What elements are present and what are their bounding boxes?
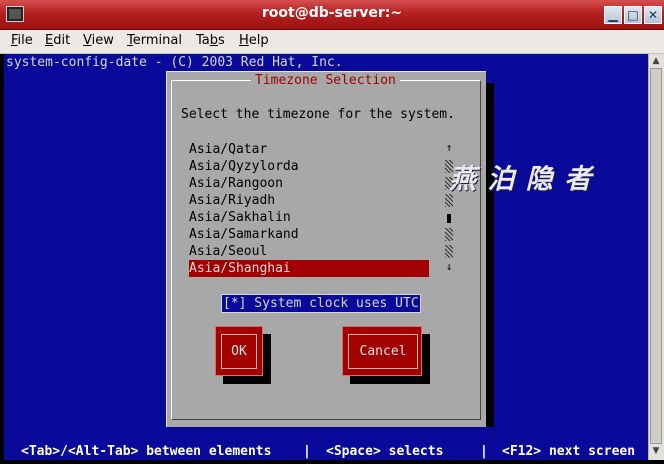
minimize-button[interactable]: ▁ [604, 6, 622, 24]
scroll-thumb[interactable] [447, 214, 451, 223]
scroll-track [445, 245, 453, 258]
dialog-instruction: Select the timezone for the system. [181, 107, 455, 122]
dialog-title: Timezone Selection [251, 73, 400, 88]
footer-tab-hint: <Tab>/<Alt-Tab> between elements [21, 444, 272, 459]
terminal-footer: <Tab>/<Alt-Tab> between elements | <Spac… [4, 444, 648, 460]
timezone-item[interactable]: Asia/Rangoon [189, 175, 429, 192]
menu-tabs[interactable]: Tabs [196, 33, 225, 48]
window-title: root@db-server:~ [261, 5, 403, 21]
footer-space-hint: <Space> selects [326, 444, 444, 459]
timezone-item[interactable]: Asia/Qyzylorda [189, 158, 429, 175]
scroll-track [445, 228, 453, 241]
menu-edit[interactable]: Edit [45, 33, 70, 48]
timezone-item-selected[interactable]: Asia/Shanghai [189, 260, 429, 277]
scroll-up-icon[interactable]: ▲ [651, 56, 661, 68]
timezone-dialog: Timezone Selection Select the timezone f… [166, 71, 486, 427]
timezone-item[interactable]: Asia/Samarkand [189, 226, 429, 243]
terminal-header-text: system-config-date - (C) 2003 Red Hat, I… [6, 55, 343, 70]
window-titlebar[interactable]: root@db-server:~ ▁ □ ✕ [0, 0, 664, 30]
timezone-item[interactable]: Asia/Sakhalin [189, 209, 429, 226]
menu-help[interactable]: Help [239, 33, 269, 48]
footer-f12-hint: <F12> next screen [502, 444, 636, 459]
close-button[interactable]: ✕ [644, 6, 662, 24]
menu-file[interactable]: File [11, 33, 33, 48]
ok-button-label: OK [221, 334, 257, 369]
terminal-scroll-thumb[interactable] [650, 68, 662, 444]
scroll-down-arrow-icon[interactable]: ↓ [445, 260, 453, 273]
scroll-down-icon[interactable]: ▼ [651, 446, 661, 458]
timezone-item[interactable]: Asia/Riyadh [189, 192, 429, 209]
terminal-area[interactable]: system-config-date - (C) 2003 Red Hat, I… [4, 54, 648, 460]
watermark: 燕 泊 隐 者 [449, 164, 593, 195]
scroll-up-arrow-icon[interactable]: ↑ [445, 141, 453, 154]
ok-button[interactable]: OK [215, 326, 263, 376]
cancel-button[interactable]: Cancel [342, 326, 422, 376]
footer-separator: | [480, 444, 488, 459]
timezone-item[interactable]: Asia/Qatar [189, 141, 429, 158]
menu-bar: File Edit View Terminal Tabs Help [0, 30, 664, 54]
cancel-button-label: Cancel [348, 334, 418, 369]
utc-checkbox[interactable]: [*] System clock uses UTC [221, 294, 421, 313]
footer-separator: | [303, 444, 311, 459]
terminal-scrollbar[interactable]: ▲ ▼ [648, 54, 664, 460]
menu-terminal[interactable]: Terminal [127, 33, 182, 48]
maximize-button[interactable]: □ [624, 6, 642, 24]
menu-view[interactable]: View [83, 33, 114, 48]
timezone-item[interactable]: Asia/Seoul [189, 243, 429, 260]
